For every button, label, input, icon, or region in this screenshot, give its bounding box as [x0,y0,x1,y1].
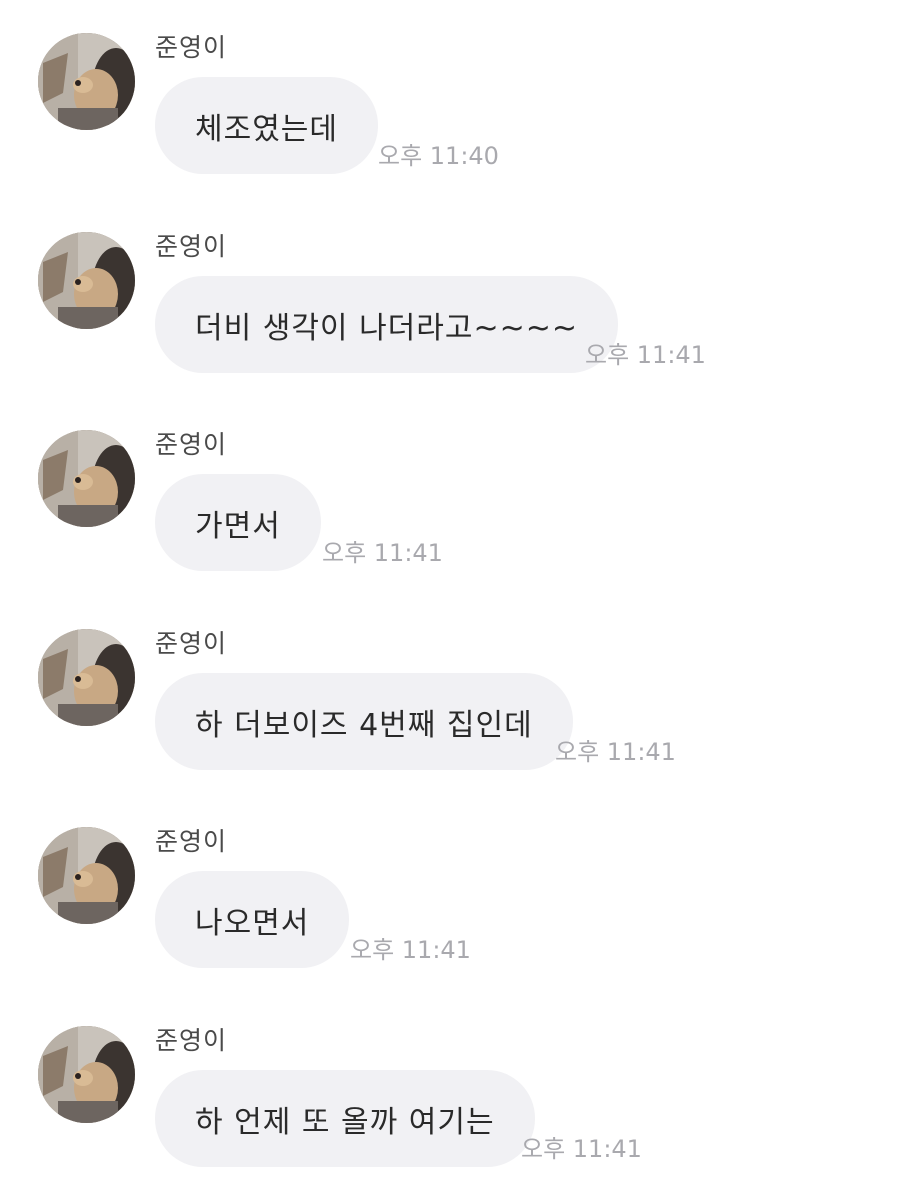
message-row: 준영이 나오면서 오후 11:41 [0,827,923,977]
message-row: 준영이 체조였는데 오후 11:40 [0,33,923,183]
message-text: 나오면서 [195,905,310,941]
message-timestamp: 오후 11:41 [322,539,443,567]
sender-avatar[interactable] [38,1026,135,1123]
message-text: 하 더보이즈 4번째 집인데 [195,707,533,743]
message-timestamp: 오후 11:41 [521,1135,642,1163]
message-bubble[interactable]: 체조였는데 [155,77,378,174]
sender-avatar[interactable] [38,827,135,924]
avatar-photo-icon [38,430,135,527]
sender-name: 준영이 [155,232,228,261]
message-text: 체조였는데 [195,111,338,147]
sender-name: 준영이 [155,1026,228,1055]
message-bubble[interactable]: 더비 생각이 나더라고~~~~ [155,276,619,373]
message-timestamp: 오후 11:41 [585,341,706,369]
message-bubble[interactable]: 하 더보이즈 4번째 집인데 [155,673,573,770]
message-timestamp: 오후 11:41 [350,936,471,964]
message-timestamp: 오후 11:40 [378,142,499,170]
message-text: 가면서 [195,508,281,544]
sender-name: 준영이 [155,629,228,658]
message-row: 준영이 하 더보이즈 4번째 집인데 오후 11:41 [0,629,923,779]
avatar-photo-icon [38,33,135,130]
avatar-photo-icon [38,629,135,726]
message-text: 더비 생각이 나더라고~~~~ [195,310,579,346]
sender-avatar[interactable] [38,629,135,726]
message-bubble[interactable]: 가면서 [155,474,321,571]
message-row: 준영이 가면서 오후 11:41 [0,430,923,580]
avatar-photo-icon [38,232,135,329]
sender-name: 준영이 [155,430,228,459]
avatar-photo-icon [38,1026,135,1123]
message-timestamp: 오후 11:41 [555,738,676,766]
chat-message-list[interactable]: 준영이 체조였는데 오후 11:40 준영이 더비 생각이 나더라고~~~~ 오… [0,0,923,1200]
message-text: 하 언제 또 올까 여기는 [195,1104,495,1140]
message-bubble[interactable]: 하 언제 또 올까 여기는 [155,1070,535,1167]
sender-name: 준영이 [155,33,228,62]
sender-name: 준영이 [155,827,228,856]
message-row: 준영이 하 언제 또 올까 여기는 오후 11:41 [0,1026,923,1176]
sender-avatar[interactable] [38,232,135,329]
message-row: 준영이 더비 생각이 나더라고~~~~ 오후 11:41 [0,232,923,382]
avatar-photo-icon [38,827,135,924]
message-bubble[interactable]: 나오면서 [155,871,350,968]
sender-avatar[interactable] [38,430,135,527]
sender-avatar[interactable] [38,33,135,130]
